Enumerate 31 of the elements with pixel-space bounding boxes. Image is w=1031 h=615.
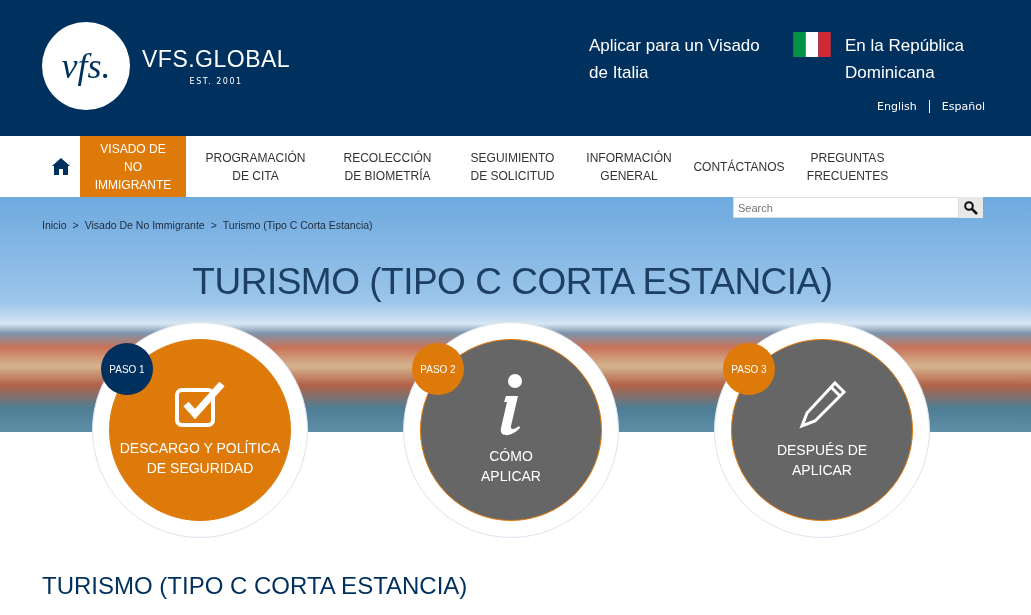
logo-name: VFS.GLOBAL [142, 46, 291, 73]
breadcrumb-separator: > [72, 219, 79, 231]
language-link[interactable]: Español [928, 100, 985, 113]
step-badge: PASO 3 [723, 343, 775, 395]
language-link[interactable]: English [877, 100, 917, 113]
nav-tab[interactable]: INFORMACIÓN GENERAL [575, 136, 683, 197]
home-icon [52, 158, 70, 175]
logo-tagline: EST. 2001 [189, 77, 243, 86]
breadcrumb-link[interactable]: Inicio [42, 219, 67, 231]
nav-tab[interactable]: RECOLECCIÓN DE BIOMETRÍA [325, 136, 450, 197]
hero-title: TURISMO (TIPO C CORTA ESTANCIA) [191, 261, 834, 303]
section-title: TURISMO (TIPO C CORTA ESTANCIA) [42, 572, 469, 600]
breadcrumb-link[interactable]: Visado De No Immigrante [84, 219, 205, 231]
breadcrumb-separator: > [210, 219, 217, 231]
checkbox-icon [174, 382, 226, 428]
step-badge: PASO 1 [101, 343, 153, 395]
search-field[interactable]: Search [733, 197, 959, 218]
search-button[interactable] [959, 197, 983, 218]
info-icon [498, 374, 524, 436]
flag-icon [793, 32, 831, 57]
pencil-icon [797, 380, 847, 430]
breadcrumb-link[interactable]: Turismo (Tipo C Corta Estancia) [222, 219, 373, 231]
search-icon [964, 200, 978, 215]
logo-mark[interactable]: vfs. [42, 22, 130, 110]
location-text: En la República Dominicana [845, 35, 966, 84]
step-badge: PASO 2 [412, 343, 464, 395]
nav-tab[interactable]: SEGUIMIENTO DE SOLICITUD [450, 136, 575, 197]
nav-tab[interactable]: PROGRAMACIÓN DE CITA [186, 136, 325, 197]
apply-text: Aplicar para un Visado de Italia [589, 35, 761, 84]
nav-tab[interactable]: PREGUNTAS FRECUENTES [795, 136, 900, 197]
nav-tab[interactable]: CONTÁCTANOS [683, 136, 795, 197]
